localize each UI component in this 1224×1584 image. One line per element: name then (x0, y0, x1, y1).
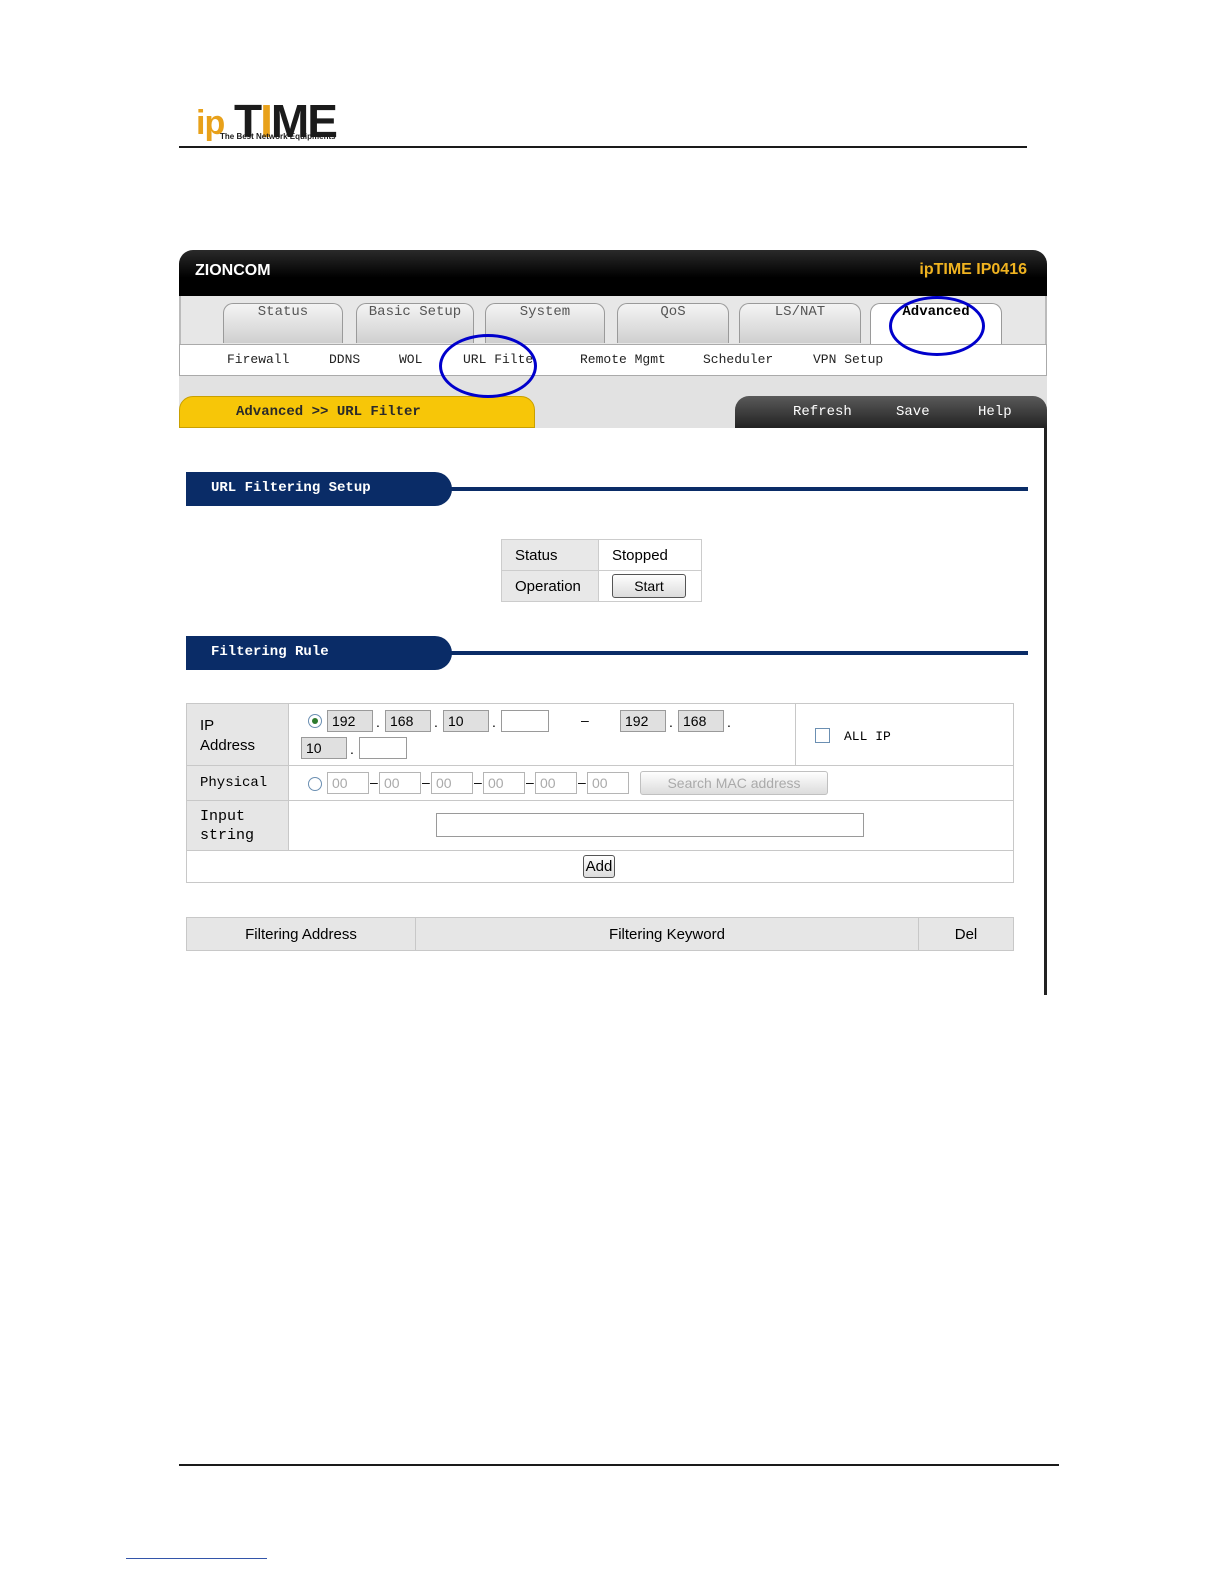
ip-to-octet-4[interactable] (359, 737, 407, 759)
footnote-link-line (126, 1558, 267, 1559)
all-ip-label: ALL IP (844, 729, 891, 744)
range-separator: – (581, 712, 589, 728)
tab-ls-nat[interactable]: LS/NAT (739, 303, 861, 343)
breadcrumb: Advanced >> URL Filter (179, 396, 535, 428)
annotation-circle-advanced (889, 296, 985, 356)
tab-basic-setup[interactable]: Basic Setup (356, 303, 474, 343)
filtering-rule-form: IP Address 192 . 168 . 10 . – 192 . 168 … (186, 703, 1014, 883)
filter-list-table: Filtering Address Filtering Keyword Del (186, 917, 1014, 951)
header-rule (179, 146, 1027, 148)
status-table: Status Stopped Operation Start (501, 539, 702, 602)
status-label: Status (501, 539, 599, 571)
ip-to-octet-1[interactable]: 192 (620, 710, 666, 732)
ip-label: IP (200, 717, 215, 734)
ip-address-row: IP Address 192 . 168 . 10 . – 192 . 168 … (187, 704, 1013, 766)
ip-from-octet-3[interactable]: 10 (443, 710, 489, 732)
col-filtering-address: Filtering Address (186, 917, 416, 951)
annotation-circle-url-filter (439, 334, 537, 398)
content-area: URL Filtering Setup Status Stopped Opera… (179, 428, 1047, 995)
all-ip-checkbox[interactable] (815, 728, 830, 743)
string-label: string (200, 827, 255, 844)
toolbar: Refresh Save Help (735, 396, 1047, 428)
breadcrumb-bar: Advanced >> URL Filter Refresh Save Help (179, 376, 1047, 428)
ip-from-octet-2[interactable]: 168 (385, 710, 431, 732)
help-button[interactable]: Help (978, 404, 1012, 420)
col-del: Del (918, 917, 1014, 951)
title-bar: ZIONCOM ipTIME IP0416 (179, 250, 1047, 296)
subnav-ddns[interactable]: DDNS (329, 352, 360, 367)
status-value: Stopped (598, 539, 702, 571)
subnav-vpn-setup[interactable]: VPN Setup (813, 352, 883, 367)
refresh-button[interactable]: Refresh (793, 404, 852, 420)
physical-row: Physical 00 – 00 – 00 – 00 – 00 – 00 Sea… (187, 766, 1013, 801)
subnav-remote-mgmt[interactable]: Remote Mgmt (580, 352, 666, 367)
footer-rule (179, 1464, 1059, 1466)
mac-octet-4[interactable]: 00 (483, 772, 525, 794)
brand-name: ZIONCOM (195, 262, 271, 279)
ip-from-octet-1[interactable]: 192 (327, 710, 373, 732)
section-header-rule: Filtering Rule (186, 636, 1028, 670)
url-string-input[interactable] (436, 813, 864, 837)
input-string-row: Input string (187, 801, 1013, 851)
ip-to-octet-2[interactable]: 168 (678, 710, 724, 732)
ip-to-octet-3[interactable]: 10 (301, 737, 347, 759)
search-mac-button[interactable]: Search MAC address (640, 771, 828, 795)
ip-from-octet-4[interactable] (501, 710, 549, 732)
operation-label: Operation (501, 570, 599, 602)
section-header-setup: URL Filtering Setup (186, 472, 1028, 506)
add-button[interactable]: Add (583, 855, 615, 878)
subnav-wol[interactable]: WOL (399, 352, 422, 367)
mac-octet-1[interactable]: 00 (327, 772, 369, 794)
iptime-logo: ip TIME The Best Network Equipments (196, 95, 338, 147)
mac-octet-3[interactable]: 00 (431, 772, 473, 794)
subnav-firewall[interactable]: Firewall (227, 352, 289, 367)
col-filtering-keyword: Filtering Keyword (415, 917, 919, 951)
tab-status[interactable]: Status (223, 303, 343, 343)
input-label: Input (200, 808, 246, 825)
model-name: ipTIME IP0416 (919, 261, 1027, 278)
ip-mode-radio[interactable] (308, 714, 322, 728)
mac-octet-5[interactable]: 00 (535, 772, 577, 794)
start-button[interactable]: Start (612, 574, 686, 598)
mac-mode-radio[interactable] (308, 777, 322, 791)
address-label: Address (200, 737, 256, 754)
mac-octet-2[interactable]: 00 (379, 772, 421, 794)
tab-qos[interactable]: QoS (617, 303, 729, 343)
subnav-scheduler[interactable]: Scheduler (703, 352, 773, 367)
physical-label: Physical (200, 775, 268, 791)
mac-octet-6[interactable]: 00 (587, 772, 629, 794)
router-admin-window: ZIONCOM ipTIME IP0416 Status Basic Setup… (179, 250, 1047, 995)
save-button[interactable]: Save (896, 404, 930, 420)
